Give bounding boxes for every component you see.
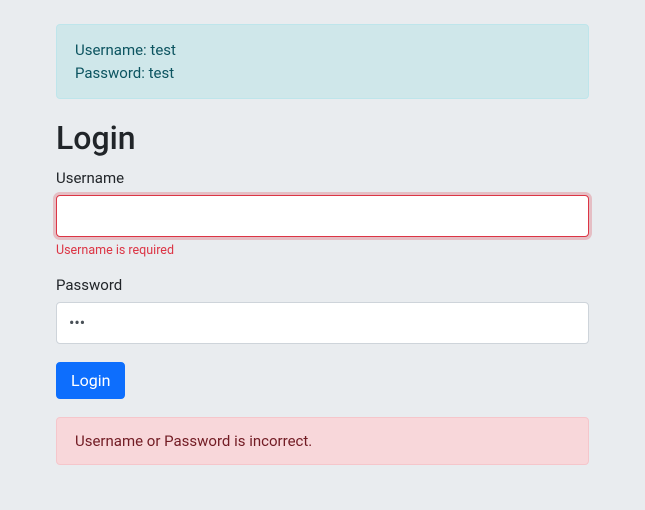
info-banner: Username: test Password: test [56,24,589,99]
login-button[interactable]: Login [56,362,125,399]
page-title: Login [56,119,589,157]
password-input[interactable] [56,302,589,344]
info-banner-line2: Password: test [75,62,570,85]
username-label: Username [56,169,589,187]
password-label: Password [56,276,589,294]
username-input[interactable] [56,195,589,237]
username-group: Username Username is required [56,169,589,258]
password-group: Password [56,276,589,344]
error-banner: Username or Password is incorrect. [56,417,589,465]
info-banner-line1: Username: test [75,39,570,62]
username-error-text: Username is required [56,243,589,258]
